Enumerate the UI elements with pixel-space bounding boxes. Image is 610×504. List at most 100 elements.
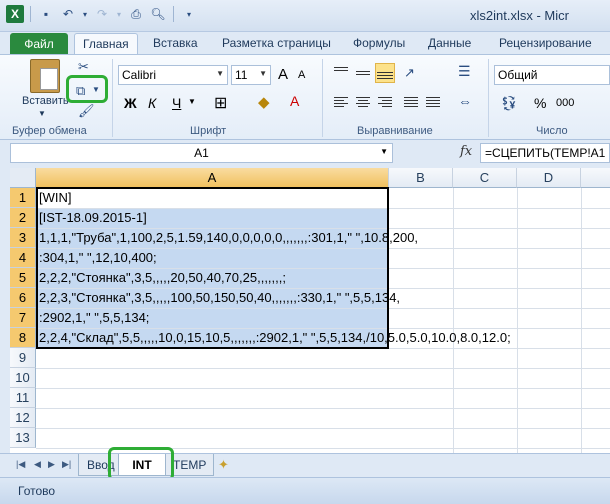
group-separator [322,59,323,137]
format-painter-icon[interactable]: 🖌︎ [78,103,95,119]
wrap-text-icon[interactable]: ☰ [458,63,471,80]
formula-bar: A1 ▼ fx =СЦЕПИТЬ(TEMP!A1 [0,140,610,166]
paste-dropdown-icon[interactable]: ▼ [38,109,46,118]
bold-button[interactable]: Ж [124,95,137,111]
shrink-font-button[interactable]: A [298,69,305,81]
gridline [453,188,454,453]
quick-access-toolbar: X ▪ ↶ ▾ ↷ ▾ ⎙ 🔍︎ ▾ [6,5,198,23]
align-center-icon[interactable] [356,95,370,109]
alignment-group-label: Выравнивание [357,125,433,137]
row-header[interactable]: 6 [10,288,36,308]
ribbon-tab-row: Файл Главная Вставка Разметка страницы Ф… [0,32,610,55]
column-header-b[interactable]: B [389,168,453,188]
new-sheet-icon[interactable]: ✦ [218,457,229,473]
row-header[interactable]: 8 [10,328,36,348]
align-top-icon[interactable] [334,65,348,73]
tab-home[interactable]: Главная [74,33,138,55]
font-size-value: 11 [235,68,248,82]
sheet-tab-bar: |◀ ◀ ▶ ▶| Ввод TEMP INT ✦ [0,447,610,481]
column-header-c[interactable]: C [453,168,517,188]
percent-button[interactable]: % [534,95,546,111]
align-middle-icon[interactable] [356,69,370,77]
gridline [581,188,582,453]
gridline [36,408,610,409]
row-header[interactable]: 9 [10,348,36,368]
font-color-button[interactable]: A [290,93,299,109]
tab-data[interactable]: Данные [428,36,471,50]
name-box[interactable]: A1 ▼ [10,143,393,163]
comma-style-button[interactable]: 000 [556,97,574,109]
row-header[interactable]: 2 [10,208,36,228]
chevron-down-icon: ▼ [216,69,224,78]
orientation-icon[interactable]: ↗ [404,65,415,81]
insert-function-icon[interactable]: fx [460,144,472,159]
row-header[interactable]: 11 [10,388,36,408]
font-size-combo[interactable]: 11 ▼ [231,65,271,85]
gridline [36,428,610,429]
customize-qat-icon[interactable]: ▾ [180,5,198,23]
group-separator [488,59,489,137]
paste-button-label[interactable]: Вставить [22,95,69,107]
save-icon[interactable]: ▪ [37,5,55,23]
cut-icon[interactable]: ✂ [78,59,89,75]
underline-button[interactable]: Ч [172,95,181,111]
number-format-combo[interactable]: Общий [494,65,610,85]
merge-cells-icon[interactable]: ⇔ [458,93,472,109]
align-right-icon[interactable] [378,95,392,109]
paste-icon[interactable] [30,59,60,93]
font-group-label: Шрифт [190,125,227,137]
currency-format-icon[interactable]: 💱︎ [500,95,518,112]
chevron-down-icon[interactable]: ▼ [380,147,388,156]
align-left-icon[interactable] [334,95,348,109]
select-all-corner[interactable] [10,168,36,188]
row-header[interactable]: 13 [10,428,36,448]
chevron-down-icon: ▼ [259,69,267,78]
row-header[interactable]: 4 [10,248,36,268]
tab-formulas[interactable]: Формулы [353,36,405,50]
tab-file[interactable]: Файл [10,33,68,54]
underline-dropdown-icon[interactable]: ▼ [188,97,196,106]
tab-review[interactable]: Рецензирование [499,36,592,50]
borders-icon[interactable]: ⊞ [214,93,227,113]
window-title: xls2int.xlsx - Micr [470,8,569,23]
row-header[interactable]: 10 [10,368,36,388]
column-header-d[interactable]: D [517,168,581,188]
undo-icon[interactable]: ↶ [59,5,77,23]
align-bottom-icon[interactable] [375,63,395,83]
tab-insert[interactable]: Вставка [153,36,198,50]
excel-logo-icon[interactable]: X [6,5,24,23]
clipboard-group-label: Буфер обмена [12,125,87,137]
row-header[interactable]: 1 [10,188,36,208]
title-bar: X ▪ ↶ ▾ ↷ ▾ ⎙ 🔍︎ ▾ xls2int.xlsx - Micr [0,0,610,32]
first-sheet-icon[interactable]: |◀ [16,459,25,470]
ribbon: Вставить ▼ ✂ ⧉ ▼ 🖌︎ Буфер обмена Calibri… [0,54,610,140]
column-header-e[interactable] [581,168,610,188]
font-name-combo[interactable]: Calibri ▼ [118,65,228,85]
formula-input[interactable]: =СЦЕПИТЬ(TEMP!A1 [480,143,610,163]
fill-color-icon[interactable]: ◆ [258,93,270,111]
next-sheet-icon[interactable]: ▶ [48,459,55,470]
print-preview-icon[interactable]: 🔍︎ [149,5,167,23]
row-header[interactable]: 5 [10,268,36,288]
increase-indent-icon[interactable] [426,95,440,109]
row-header[interactable]: 7 [10,308,36,328]
grow-font-button[interactable]: A [278,66,288,83]
decrease-indent-icon[interactable] [404,95,418,109]
redo-dropdown-icon[interactable]: ▾ [115,5,123,23]
undo-dropdown-icon[interactable]: ▾ [81,5,89,23]
italic-button[interactable]: К [148,95,156,111]
redo-icon[interactable]: ↷ [93,5,111,23]
group-separator [112,59,113,137]
column-header-a[interactable]: A [36,168,389,188]
last-sheet-icon[interactable]: ▶| [62,459,71,470]
row-header[interactable]: 12 [10,408,36,428]
worksheet-grid[interactable]: A B C D 1 2 3 4 5 6 7 8 9 10 11 12 13 [W… [10,168,610,453]
number-group-label: Число [536,125,568,137]
prev-sheet-icon[interactable]: ◀ [34,459,41,470]
row-header[interactable]: 3 [10,228,36,248]
tab-page-layout[interactable]: Разметка страницы [222,36,331,50]
gridline [36,388,610,389]
selection-border [36,187,389,349]
print-icon[interactable]: ⎙ [127,5,145,23]
gridline [36,368,610,369]
